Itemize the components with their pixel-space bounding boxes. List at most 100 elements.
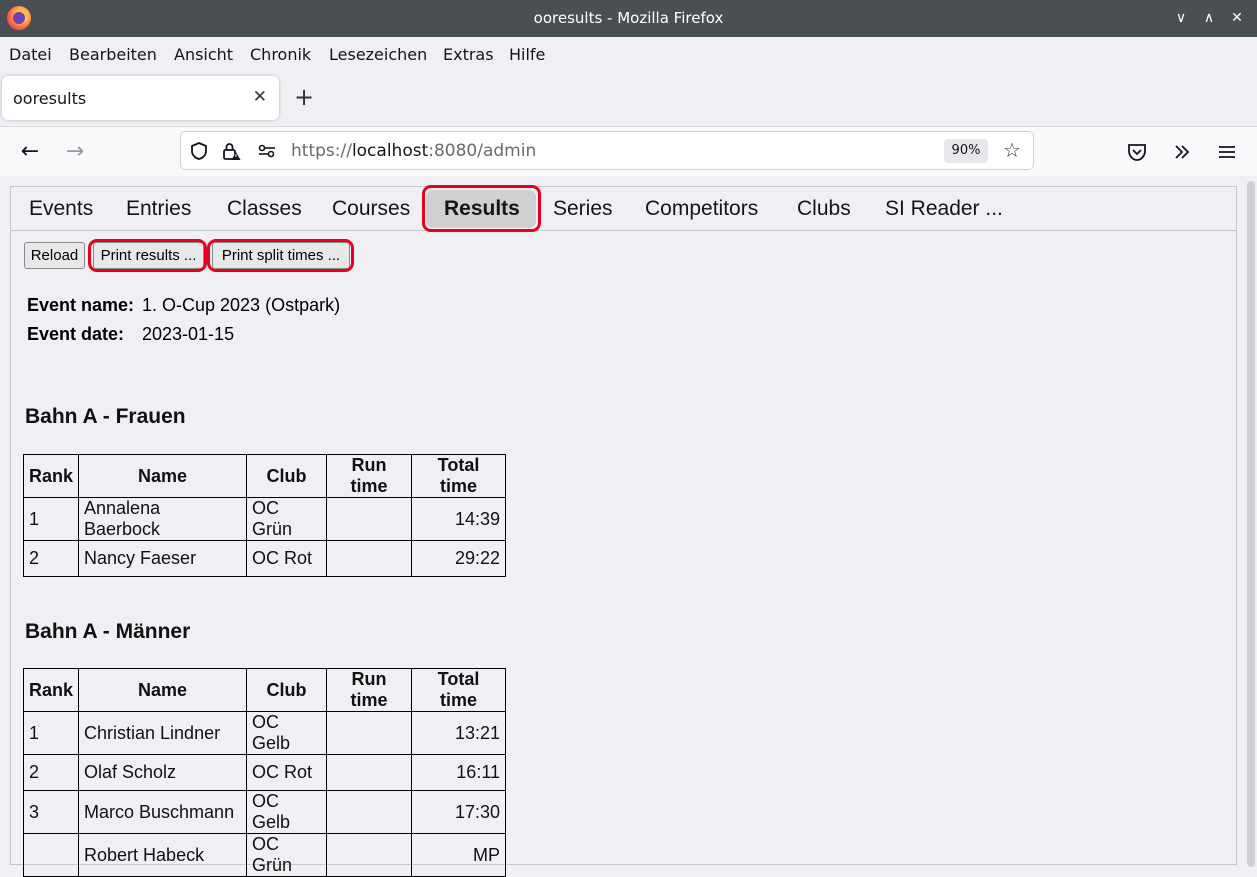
table-cell xyxy=(326,790,413,834)
hamburger-menu-icon[interactable] xyxy=(1215,140,1239,164)
app-tab-bar: Events Entries Classes Courses Results S… xyxy=(11,187,1236,231)
table-cell: 3 xyxy=(22,790,80,834)
window-title: ooresults - Mozilla Firefox xyxy=(533,9,724,27)
column-header: Total time xyxy=(411,668,507,712)
table-cell xyxy=(326,497,413,541)
url-host: localhost xyxy=(351,141,429,161)
event-date-value: 2023-01-15 xyxy=(142,324,235,344)
column-header: Rank xyxy=(22,668,80,712)
table-cell: 17:30 xyxy=(411,790,507,834)
menu-lesezeichen[interactable]: Lesezeichen xyxy=(329,45,427,64)
results-table: Rank Name Club Run time Total time 1 Annalena … xyxy=(22,454,507,577)
menu-bar: Datei Bearbeiten Ansicht Chronik Lesezei… xyxy=(0,37,1257,71)
reload-button[interactable]: Reload xyxy=(24,242,85,269)
table-row: 2 Olaf Scholz OC Rot 16:11 xyxy=(22,754,507,791)
table-cell: OC Gelb xyxy=(246,790,328,834)
table-row: Robert Habeck OC Grün MP xyxy=(22,833,507,877)
menu-hilfe[interactable]: Hilfe xyxy=(509,45,545,64)
browser-tab[interactable]: ooresults ✕ xyxy=(2,76,279,120)
table-cell: 16:11 xyxy=(411,754,507,791)
table-row: 1 Annalena Baerbock OC Grün 14:39 xyxy=(22,497,507,541)
maximize-icon[interactable]: ∧ xyxy=(1198,7,1220,29)
table-cell: Olaf Scholz xyxy=(78,754,248,791)
tab-si-reader[interactable]: SI Reader ... xyxy=(885,197,1003,221)
column-header: Name xyxy=(78,668,248,712)
menu-ansicht[interactable]: Ansicht xyxy=(174,45,233,64)
table-cell: 1 xyxy=(22,497,80,541)
results-tab-highlight xyxy=(422,185,541,232)
section-title: Bahn A - Frauen xyxy=(25,405,186,428)
vertical-scrollbar[interactable] xyxy=(1245,180,1257,869)
lock-warning-icon[interactable] xyxy=(221,141,241,161)
table-cell: Robert Habeck xyxy=(78,833,248,877)
permissions-icon[interactable] xyxy=(257,141,277,161)
results-table: Rank Name Club Run time Total time 1 Christian… xyxy=(22,668,507,877)
tab-strip: ooresults ✕ + xyxy=(0,71,1257,127)
table-cell: OC Rot xyxy=(246,540,328,577)
table-header-row: Rank Name Club Run time Total time xyxy=(22,668,507,712)
pocket-icon[interactable] xyxy=(1125,140,1149,164)
tab-clubs[interactable]: Clubs xyxy=(797,197,851,221)
table-cell: 13:21 xyxy=(411,711,507,755)
event-name-label: Event name: xyxy=(27,295,135,315)
table-cell xyxy=(326,833,413,877)
tab-competitors[interactable]: Competitors xyxy=(645,197,758,221)
url-path: :8080/admin xyxy=(428,141,537,161)
table-cell: Nancy Faeser xyxy=(78,540,248,577)
menu-datei[interactable]: Datei xyxy=(9,45,52,64)
scrollbar-thumb[interactable] xyxy=(1247,181,1255,867)
print-split-highlight xyxy=(207,239,354,272)
column-header: Run time xyxy=(326,454,413,498)
table-row: 3 Marco Buschmann OC Gelb 17:30 xyxy=(22,790,507,834)
column-header: Total time xyxy=(411,454,507,498)
menu-bearbeiten[interactable]: Bearbeiten xyxy=(69,45,157,64)
table-cell: MP xyxy=(411,833,507,877)
print-results-highlight xyxy=(88,239,207,272)
table-cell: OC Grün xyxy=(246,497,328,541)
section-title: Bahn A - Männer xyxy=(25,620,191,643)
tab-title: ooresults xyxy=(13,89,87,108)
forward-icon[interactable]: → xyxy=(61,138,89,166)
tab-entries[interactable]: Entries xyxy=(126,197,191,221)
navigation-bar: ← → https://localhost:8080/admin 90% ☆ xyxy=(0,127,1257,176)
close-tab-icon[interactable]: ✕ xyxy=(253,87,267,107)
table-cell: OC Grün xyxy=(246,833,328,877)
back-icon[interactable]: ← xyxy=(16,138,44,166)
table-cell: Annalena Baerbock xyxy=(78,497,248,541)
url-scheme: https:// xyxy=(291,141,352,161)
tab-series[interactable]: Series xyxy=(553,197,613,221)
tab-courses[interactable]: Courses xyxy=(332,197,410,221)
table-cell: 14:39 xyxy=(411,497,507,541)
table-cell: OC Gelb xyxy=(246,711,328,755)
bookmark-star-icon[interactable]: ☆ xyxy=(1003,138,1021,162)
table-cell: 29:22 xyxy=(411,540,507,577)
url-text[interactable]: https://localhost:8080/admin xyxy=(291,141,536,161)
table-row: 2 Nancy Faeser OC Rot 29:22 xyxy=(22,540,507,577)
tab-events[interactable]: Events xyxy=(29,197,93,221)
table-cell xyxy=(326,540,413,577)
event-name-value: 1. O-Cup 2023 (Ostpark) xyxy=(142,295,341,315)
extensions-overflow-icon[interactable] xyxy=(1170,140,1194,164)
menu-chronik[interactable]: Chronik xyxy=(250,45,311,64)
column-header: Club xyxy=(246,668,328,712)
table-cell xyxy=(22,833,80,877)
new-tab-icon[interactable]: + xyxy=(294,85,314,109)
column-header: Rank xyxy=(22,454,80,498)
zoom-level-button[interactable]: 90% xyxy=(944,139,988,163)
column-header: Club xyxy=(246,454,328,498)
table-cell xyxy=(326,754,413,791)
url-bar[interactable]: https://localhost:8080/admin 90% ☆ xyxy=(180,131,1034,170)
table-cell: Christian Lindner xyxy=(78,711,248,755)
table-cell: 2 xyxy=(22,754,80,791)
column-header: Run time xyxy=(326,668,413,712)
event-date-label: Event date: xyxy=(27,324,125,344)
table-cell xyxy=(326,711,413,755)
column-header: Name xyxy=(78,454,248,498)
menu-extras[interactable]: Extras xyxy=(443,45,494,64)
close-window-icon[interactable]: ✕ xyxy=(1226,7,1248,29)
table-header-row: Rank Name Club Run time Total time xyxy=(22,454,507,498)
minimize-icon[interactable]: ∨ xyxy=(1170,7,1192,29)
shield-icon[interactable] xyxy=(189,141,209,161)
page-content: Events Entries Classes Courses Results S… xyxy=(10,185,1237,877)
tab-classes[interactable]: Classes xyxy=(227,197,302,221)
